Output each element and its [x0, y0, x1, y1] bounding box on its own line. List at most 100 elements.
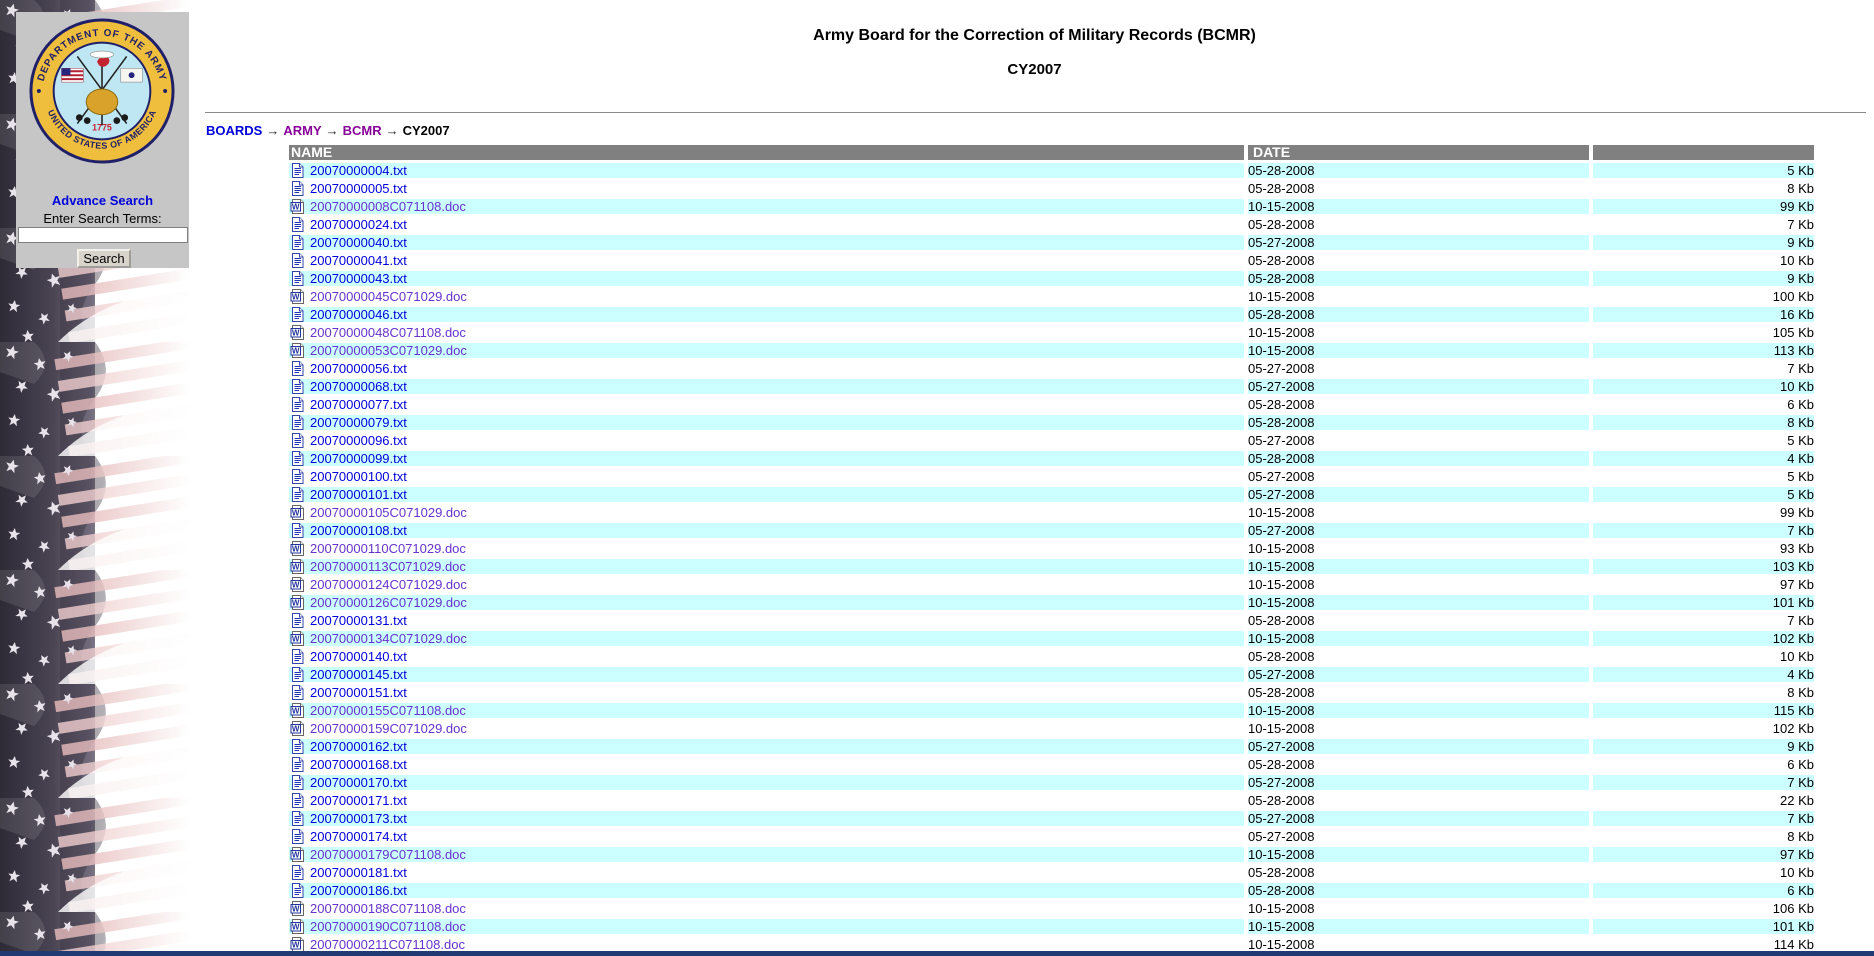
search-button[interactable]: Search [77, 249, 131, 268]
file-link[interactable]: 20070000145.txt [310, 667, 407, 682]
breadcrumb-link-army[interactable]: ARMY [283, 123, 321, 138]
txt-file-icon[interactable] [290, 793, 304, 808]
file-link[interactable]: 20070000053C071029.doc [310, 343, 467, 358]
search-input[interactable] [18, 227, 188, 243]
file-link[interactable]: 20070000077.txt [310, 397, 407, 412]
file-link[interactable]: 20070000151.txt [310, 685, 407, 700]
file-link[interactable]: 20070000168.txt [310, 757, 407, 772]
doc-file-icon[interactable]: W [290, 199, 304, 214]
txt-file-icon[interactable] [290, 775, 304, 790]
txt-file-icon[interactable] [290, 433, 304, 448]
txt-file-icon[interactable] [290, 307, 304, 322]
doc-file-icon[interactable]: W [290, 901, 304, 916]
file-link[interactable]: 20070000008C071108.doc [310, 199, 466, 214]
txt-file-icon[interactable] [290, 685, 304, 700]
file-link[interactable]: 20070000110C071029.doc [310, 541, 466, 556]
txt-file-icon[interactable] [290, 883, 304, 898]
file-date: 10-15-2008 [1248, 577, 1589, 592]
txt-file-icon[interactable] [290, 361, 304, 376]
file-link[interactable]: 20070000101.txt [310, 487, 407, 502]
file-link[interactable]: 20070000045C071029.doc [310, 289, 467, 304]
doc-file-icon[interactable]: W [290, 919, 304, 934]
file-size: 102 Kb [1593, 721, 1814, 736]
file-link[interactable]: 20070000005.txt [310, 181, 407, 196]
file-link[interactable]: 20070000173.txt [310, 811, 407, 826]
doc-file-icon[interactable]: W [290, 937, 304, 952]
file-link[interactable]: 20070000099.txt [310, 451, 407, 466]
file-link[interactable]: 20070000079.txt [310, 415, 407, 430]
file-link[interactable]: 20070000046.txt [310, 307, 407, 322]
doc-file-icon[interactable]: W [290, 541, 304, 556]
txt-file-icon[interactable] [290, 271, 304, 286]
file-link[interactable]: 20070000170.txt [310, 775, 407, 790]
file-link[interactable]: 20070000105C071029.doc [310, 505, 467, 520]
file-link[interactable]: 20070000190C071108.doc [310, 919, 466, 934]
doc-file-icon[interactable]: W [290, 631, 304, 646]
txt-file-icon[interactable] [290, 379, 304, 394]
txt-file-icon[interactable] [290, 667, 304, 682]
file-link[interactable]: 20070000041.txt [310, 253, 407, 268]
file-link[interactable]: 20070000068.txt [310, 379, 407, 394]
file-link[interactable]: 20070000155C071108.doc [310, 703, 466, 718]
txt-file-icon[interactable] [290, 415, 304, 430]
txt-file-icon[interactable] [290, 829, 304, 844]
txt-file-icon[interactable] [290, 253, 304, 268]
file-link[interactable]: 20070000140.txt [310, 649, 407, 664]
file-size: 7 Kb [1593, 613, 1814, 628]
file-link[interactable]: 20070000056.txt [310, 361, 407, 376]
file-link[interactable]: 20070000040.txt [310, 235, 407, 250]
file-link[interactable]: 20070000024.txt [310, 217, 407, 232]
txt-file-icon[interactable] [290, 451, 304, 466]
file-link[interactable]: 20070000124C071029.doc [310, 577, 467, 592]
doc-file-icon[interactable]: W [290, 595, 304, 610]
txt-file-icon[interactable] [290, 181, 304, 196]
file-link[interactable]: 20070000048C071108.doc [310, 325, 466, 340]
file-link[interactable]: 20070000096.txt [310, 433, 407, 448]
file-link[interactable]: 20070000131.txt [310, 613, 407, 628]
doc-file-icon[interactable]: W [290, 559, 304, 574]
txt-file-icon[interactable] [290, 217, 304, 232]
file-link[interactable]: 20070000159C071029.doc [310, 721, 467, 736]
file-link[interactable]: 20070000043.txt [310, 271, 407, 286]
doc-file-icon[interactable]: W [290, 325, 304, 340]
file-link[interactable]: 20070000113C071029.doc [310, 559, 466, 574]
doc-file-icon[interactable]: W [290, 577, 304, 592]
txt-file-icon[interactable] [290, 865, 304, 880]
file-link[interactable]: 20070000100.txt [310, 469, 407, 484]
txt-file-icon[interactable] [290, 523, 304, 538]
breadcrumb-link-boards[interactable]: BOARDS [206, 123, 262, 138]
txt-file-icon[interactable] [290, 235, 304, 250]
doc-file-icon[interactable]: W [290, 703, 304, 718]
file-link[interactable]: 20070000171.txt [310, 793, 407, 808]
file-link[interactable]: 20070000179C071108.doc [310, 847, 466, 862]
breadcrumb-link-bcmr[interactable]: BCMR [343, 123, 382, 138]
file-link[interactable]: 20070000134C071029.doc [310, 631, 467, 646]
file-date: 05-27-2008 [1248, 667, 1589, 682]
file-link[interactable]: 20070000126C071029.doc [310, 595, 467, 610]
file-link[interactable]: 20070000108.txt [310, 523, 407, 538]
doc-file-icon[interactable]: W [290, 343, 304, 358]
doc-file-icon[interactable]: W [290, 721, 304, 736]
doc-file-icon[interactable]: W [290, 289, 304, 304]
txt-file-icon[interactable] [290, 487, 304, 502]
txt-file-icon[interactable] [290, 757, 304, 772]
txt-file-icon[interactable] [290, 397, 304, 412]
txt-file-icon[interactable] [290, 613, 304, 628]
advance-search-link[interactable]: Advance Search [16, 193, 189, 208]
file-link[interactable]: 20070000188C071108.doc [310, 901, 466, 916]
file-link[interactable]: 20070000004.txt [310, 163, 407, 178]
txt-file-icon[interactable] [290, 469, 304, 484]
file-link[interactable]: 20070000162.txt [310, 739, 407, 754]
doc-file-icon[interactable]: W [290, 847, 304, 862]
file-link[interactable]: 20070000181.txt [310, 865, 407, 880]
file-link[interactable]: 20070000186.txt [310, 883, 407, 898]
table-row: 20070000186.txt05-28-20086 Kb [289, 883, 1814, 898]
txt-file-icon[interactable] [290, 811, 304, 826]
doc-file-icon[interactable]: W [290, 505, 304, 520]
file-link[interactable]: 20070000211C071108.doc [310, 937, 465, 952]
file-date: 10-15-2008 [1248, 289, 1589, 304]
txt-file-icon[interactable] [290, 739, 304, 754]
txt-file-icon[interactable] [290, 649, 304, 664]
txt-file-icon[interactable] [290, 163, 304, 178]
file-link[interactable]: 20070000174.txt [310, 829, 407, 844]
